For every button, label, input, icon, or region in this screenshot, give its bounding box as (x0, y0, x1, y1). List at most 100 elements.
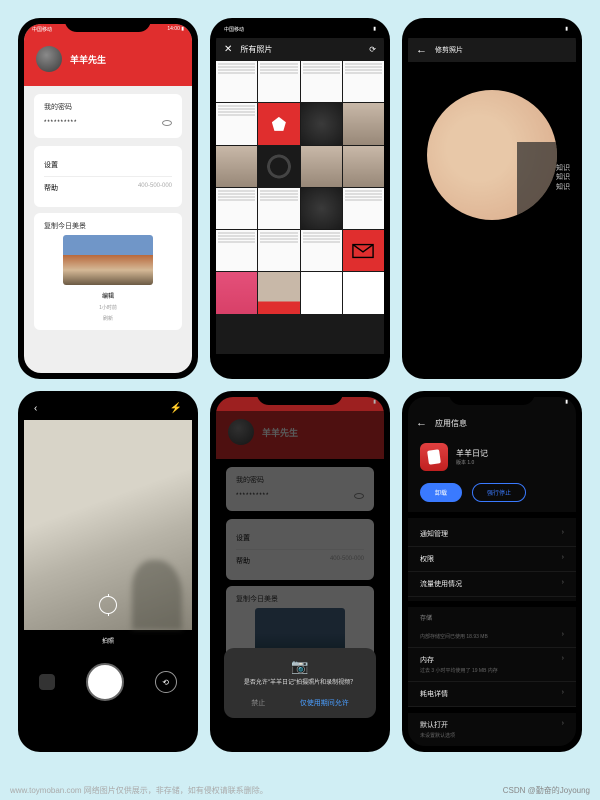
thumb[interactable] (258, 272, 299, 313)
deny-button[interactable]: 禁止 (251, 698, 265, 708)
ref-label: 复制今日美景 (44, 221, 172, 231)
img-label: 编辑 (44, 291, 172, 300)
back-icon[interactable]: ← (416, 44, 427, 56)
notch (65, 18, 151, 32)
thumb[interactable] (301, 103, 342, 144)
gallery-header: ✕ 所有照片 ⟳ (216, 38, 384, 61)
thumb[interactable] (343, 188, 384, 229)
img-sub: 1小时前 (44, 304, 172, 311)
camera-controls: ⟲ (24, 651, 192, 721)
settings-card: 设置 帮助 400-500-000 (34, 146, 182, 207)
phone-profile: 中国移动14:00 ▮ 羊羊先生 我的密码 ********** 设置 帮助 4… (18, 18, 198, 379)
thumb[interactable] (216, 61, 257, 102)
notch (257, 18, 343, 32)
notch (449, 18, 535, 32)
watermark-tags: 知识 知识 知识 (556, 164, 570, 193)
memory-row[interactable]: 内存过去 3 小时平均使用了 19 MB 内存› (408, 648, 576, 682)
footer-left: www.toymoban.com 网络图片仅供展示，非存储，如有侵权请联系删除。 (10, 785, 268, 796)
gallery-title: 所有照片 (240, 44, 361, 55)
settings-row[interactable]: 设置 (44, 154, 172, 177)
img-bottom: 刷新 (44, 315, 172, 322)
thumb[interactable] (258, 188, 299, 229)
focus-ring (99, 596, 117, 614)
phone-app-info: ▮ ← 应用信息 羊羊日记 版本 1.0 卸载 强行停止 通知管理› 权限› 流… (402, 391, 582, 752)
uninstall-button[interactable]: 卸载 (420, 483, 462, 502)
thumb[interactable] (258, 146, 299, 187)
footer: www.toymoban.com 网络图片仅供展示，非存储，如有侵权请联系删除。… (0, 785, 600, 796)
thumb[interactable] (301, 230, 342, 271)
thumb[interactable] (343, 146, 384, 187)
gallery-grid (216, 61, 384, 354)
thumb[interactable] (258, 230, 299, 271)
power-row[interactable]: 耗电详情› (408, 682, 576, 707)
appinfo-title: 应用信息 (435, 418, 467, 429)
pwd-label: 我的密码 (44, 102, 172, 112)
thumb[interactable] (343, 103, 384, 144)
back-icon[interactable]: ← (416, 417, 427, 429)
thumb[interactable] (216, 230, 257, 271)
thumb[interactable] (301, 61, 342, 102)
thumb[interactable] (216, 272, 257, 313)
thumb[interactable] (258, 61, 299, 102)
thumb[interactable] (216, 188, 257, 229)
username: 羊羊先生 (70, 53, 106, 66)
profile-header: 羊羊先生 (24, 38, 192, 86)
thumb[interactable] (301, 188, 342, 229)
appinfo-header: ← 应用信息 (408, 411, 576, 435)
button-row: 卸载 强行停止 (408, 479, 576, 512)
eye-icon[interactable] (162, 120, 172, 126)
crop-title: 修剪照片 (435, 45, 463, 55)
crop-preview[interactable] (427, 90, 557, 220)
notch (257, 391, 343, 405)
notch (65, 391, 151, 405)
thumb[interactable] (258, 103, 299, 144)
thumb-envelope[interactable] (343, 230, 384, 271)
traffic-row[interactable]: 流量使用情况› (408, 572, 576, 597)
perm-row[interactable]: 权限› (408, 547, 576, 572)
flash-icon[interactable]: ⚡ (170, 403, 182, 414)
image-card: 复制今日美景 编辑 1小时前 刷新 (34, 213, 182, 330)
app-name: 羊羊日记 (456, 448, 488, 459)
shutter-button[interactable] (86, 663, 124, 701)
back-icon[interactable]: ‹ (34, 403, 37, 414)
scenery-image[interactable] (63, 235, 153, 285)
help-row[interactable]: 帮助 400-500-000 (44, 177, 172, 199)
phone-crop: ▮ ← 修剪照片 知识 知识 知识 (402, 18, 582, 379)
help-label: 帮助 (44, 183, 58, 193)
dialog-text: 是否允许"羊羊日记"拍摄照片和录制视频？ (234, 679, 366, 688)
settings-label: 设置 (44, 160, 58, 170)
storage-head: 存储 (408, 607, 576, 624)
crop-header: ← 修剪照片 (408, 38, 576, 62)
camera-icon: 📷 (234, 658, 366, 675)
thumb[interactable] (343, 61, 384, 102)
hotline: 400-500-000 (138, 183, 172, 193)
allow-button[interactable]: 仅使用期间允许 (300, 698, 349, 708)
gallery-thumb[interactable] (39, 674, 55, 690)
password-card: 我的密码 ********** (34, 94, 182, 138)
app-row: 羊羊日记 版本 1.0 (408, 435, 576, 479)
phone-camera: ‹ ⚡ 拍照 ⟲ (18, 391, 198, 752)
viewfinder[interactable] (24, 420, 192, 630)
thumb[interactable] (343, 272, 384, 313)
mode-label[interactable]: 拍照 (24, 630, 192, 651)
avatar[interactable] (36, 46, 62, 72)
app-version: 版本 1.0 (456, 459, 488, 466)
notif-row[interactable]: 通知管理› (408, 522, 576, 547)
shadow (132, 560, 182, 630)
pwd-mask: ********** (44, 120, 77, 126)
force-stop-button[interactable]: 强行停止 (472, 483, 526, 502)
thumb[interactable] (301, 272, 342, 313)
loop-icon[interactable]: ⟳ (369, 45, 376, 54)
thumb[interactable] (216, 103, 257, 144)
footer-right: CSDN @勤奋的Joyoung (503, 785, 590, 796)
thumb[interactable] (301, 146, 342, 187)
storage-row[interactable]: 内部存储空间已使用 18.93 MB› (408, 624, 576, 648)
close-icon[interactable]: ✕ (224, 44, 232, 55)
app-icon (420, 443, 448, 471)
default-row[interactable]: 默认打开未设置默认选项› (408, 713, 576, 746)
switch-camera-icon[interactable]: ⟲ (155, 671, 177, 693)
notch (449, 391, 535, 405)
thumb[interactable] (216, 146, 257, 187)
phone-permission: ▮ 羊羊先生 我的密码 ********** 设置 帮助400-500-000 … (210, 391, 390, 752)
permission-dialog: 📷 是否允许"羊羊日记"拍摄照片和录制视频？ 禁止 仅使用期间允许 (224, 648, 376, 718)
